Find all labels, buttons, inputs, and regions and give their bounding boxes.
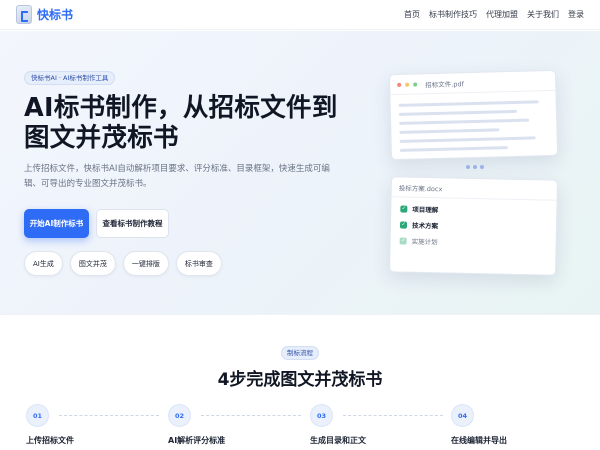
nav-about[interactable]: 关于我们 [527,9,559,20]
task-item: ✓ 项目理解 [400,203,556,216]
hero-headline: AI标书制作，从招标文件到图文并茂标书 [24,93,338,153]
task-label: 项目理解 [412,205,439,215]
site-header: 快标书 首页 标书制作技巧 代理加盟 关于我们 登录 [0,0,600,30]
process-title: 4步完成图文并茂标书 [217,370,383,390]
hero-subtitle: 上传招标文件，快标书AI自动解析项目要求、评分标准、目录框架，快速生成可编辑、可… [24,164,330,189]
text-line [399,118,530,125]
step-label: 上传招标文件 [26,436,74,445]
step-number: 03 [310,404,333,427]
pdf-preview-card: 招标文件.pdf [388,69,559,161]
step-2: 02 AI解析评分标准 [168,404,225,446]
text-line [399,146,508,152]
step-1: 01 上传招标文件 [26,404,74,446]
step-number: 04 [451,404,474,427]
step-label: 在线编辑并导出 [451,436,507,445]
nav-tips[interactable]: 标书制作技巧 [429,9,477,20]
process-steps: 01 上传招标文件 02 AI解析评分标准 03 生成目录和正文 04 在线编辑… [26,404,586,450]
task-item: ✓ 实施计划 [399,235,556,248]
feature-chips: AI生成 图文并茂 一键排版 标书审查 [24,251,222,276]
nav-agency[interactable]: 代理加盟 [486,9,518,20]
check-icon: ✓ [400,204,408,213]
window-dot-icon [413,81,418,87]
step-connector [59,415,159,416]
chip-ai-generate: AI生成 [24,251,63,276]
task-item: ✓ 技术方案 [399,219,556,232]
text-line [398,100,539,107]
chip-layout: 一键排版 [122,251,169,276]
dot-icon [480,165,484,169]
brand-name: 快标书 [37,8,74,22]
pdf-card-header: 招标文件.pdf [389,70,556,96]
text-line [399,136,536,143]
check-icon: ✓ [399,220,408,229]
carousel-dots [466,165,484,169]
step-label: 生成目录和正文 [310,436,366,445]
check-icon: ✓ [399,236,407,245]
window-dot-icon [405,82,410,87]
step-4: 04 在线编辑并导出 [451,404,507,446]
main-nav: 首页 标书制作技巧 代理加盟 关于我们 登录 [404,9,584,20]
process-badge: 制标流程 [281,346,319,360]
nav-login[interactable]: 登录 [568,9,584,20]
text-line [399,128,500,134]
chip-illustrated: 图文并茂 [69,251,116,276]
start-ai-button[interactable]: 开始AI制作标书 [24,209,89,238]
chip-review: 标书审查 [175,251,222,276]
task-label: 技术方案 [411,221,439,231]
text-line [398,109,517,116]
brand[interactable]: 快标书 [16,5,73,24]
step-number: 01 [26,404,49,427]
docx-card-header: 投标方案.docx [391,177,557,201]
tutorial-button[interactable]: 查看标书制作教程 [96,209,169,238]
window-dot-icon [397,82,402,87]
logo-icon [16,5,32,24]
hero-tag: 快标书AI · AI标书制作工具 [24,71,116,85]
nav-home[interactable]: 首页 [404,9,420,20]
dot-icon [466,165,470,169]
dot-icon [473,165,477,169]
docx-filename: 投标方案.docx [398,183,443,193]
step-label: AI解析评分标准 [168,436,226,445]
task-label: 实施计划 [411,237,438,247]
docx-preview-card: 投标方案.docx ✓ 项目理解 ✓ 技术方案 ✓ 实施计划 [389,176,558,276]
pdf-filename: 招标文件.pdf [425,79,464,89]
step-number: 02 [168,404,191,427]
step-3: 03 生成目录和正文 [310,404,366,446]
